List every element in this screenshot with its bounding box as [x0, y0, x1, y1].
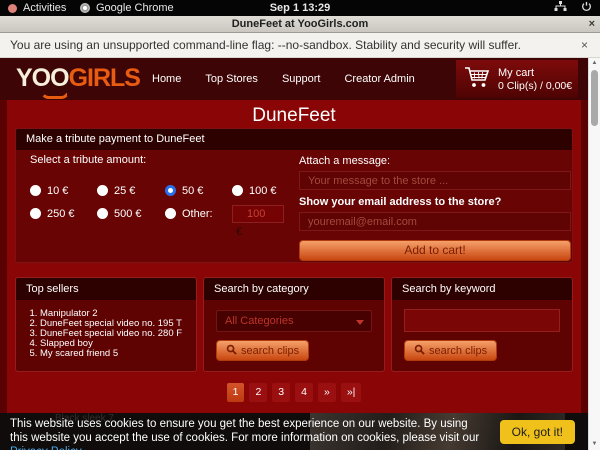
other-amount-currency: €	[232, 225, 294, 239]
email-label: Show your email address to the store?	[299, 196, 571, 208]
privacy-policy-link[interactable]: Privacy Policy	[10, 446, 82, 450]
radio-label: 500 €	[114, 208, 142, 220]
cookie-accept-button[interactable]: Ok, got it!	[500, 420, 575, 444]
site-logo[interactable]: YOOGIRLS	[16, 64, 140, 92]
radio-checked-icon	[165, 185, 176, 196]
search-icon	[414, 344, 425, 358]
top-sellers-list: Manipulator 2 DuneFeet special video no.…	[40, 309, 196, 359]
search-clips-label: search clips	[429, 345, 487, 357]
top-seller-item[interactable]: My scared friend 5	[40, 349, 196, 359]
search-keyword-header: Search by keyword	[392, 278, 572, 300]
cookie-message-text: This website uses cookies to ensure you …	[10, 418, 479, 444]
email-input[interactable]	[299, 212, 571, 231]
nav-item-top-stores[interactable]: Top Stores	[205, 73, 258, 85]
site-header: YOOGIRLS Home Top Stores Support Creator…	[0, 58, 588, 100]
cart-title: My cart	[498, 66, 572, 80]
tribute-panel: Make a tribute payment to DuneFeet Selec…	[15, 128, 573, 263]
main-nav: Home Top Stores Support Creator Admin	[152, 58, 415, 100]
window-close-icon[interactable]: ×	[589, 16, 595, 32]
radio-label: 50 €	[182, 185, 203, 197]
cart-summary: 0 Clip(s) / 0,00€	[498, 80, 572, 93]
network-icon[interactable]	[554, 1, 567, 15]
radio-icon	[97, 185, 108, 196]
scrollbar[interactable]: ▲ ▼	[588, 58, 600, 450]
page-container: DuneFeet Make a tribute payment to DuneF…	[7, 100, 581, 450]
radio-icon	[30, 208, 41, 219]
page-button-1[interactable]: 1	[227, 383, 245, 402]
radio-icon	[97, 208, 108, 219]
tribute-radio-500[interactable]: 500 €	[97, 202, 165, 225]
browser-viewport: YOOGIRLS Home Top Stores Support Creator…	[0, 58, 588, 450]
chevron-down-icon	[356, 320, 364, 325]
logo-text-2: GIRLS	[69, 64, 140, 92]
window-title: DuneFeet at YooGirls.com	[232, 18, 369, 30]
search-clips-keyword-button[interactable]: search clips	[404, 340, 497, 361]
message-label: Attach a message:	[299, 155, 571, 167]
tribute-radio-250[interactable]: 250 €	[30, 202, 97, 225]
keyword-input[interactable]	[404, 309, 560, 332]
cart-icon	[464, 66, 490, 93]
cookie-message: This website uses cookies to ensure you …	[10, 417, 482, 450]
search-keyword-panel: Search by keyword search clips	[391, 277, 573, 372]
tribute-radio-100[interactable]: 100 €	[232, 179, 294, 202]
tribute-amount-section: Select a tribute amount: 10 € 25 € 50 € …	[30, 154, 294, 239]
tribute-radio-10[interactable]: 10 €	[30, 179, 97, 202]
category-select[interactable]: All Categories	[216, 310, 372, 332]
page-button-2[interactable]: 2	[249, 383, 267, 402]
page-title: DuneFeet	[7, 100, 581, 127]
screen: Activities Google Chrome Sep 1 13:29 Dun…	[0, 0, 600, 450]
scroll-down-icon[interactable]: ▼	[589, 439, 600, 449]
window-titlebar: DuneFeet at YooGirls.com ×	[0, 16, 600, 33]
clock[interactable]: Sep 1 13:29	[0, 0, 600, 16]
page-button-last[interactable]: »|	[341, 383, 362, 402]
search-icon	[226, 344, 237, 358]
scroll-up-icon[interactable]: ▲	[589, 58, 600, 68]
flag-warning-close-icon[interactable]: ×	[581, 33, 588, 57]
system-bar: Activities Google Chrome Sep 1 13:29	[0, 0, 600, 16]
page-button-next[interactable]: »	[318, 383, 336, 402]
nav-item-creator-admin[interactable]: Creator Admin	[344, 73, 414, 85]
page-button-3[interactable]: 3	[272, 383, 290, 402]
nav-item-support[interactable]: Support	[282, 73, 321, 85]
cookie-notice-bar: Black sleek 7 This website uses cookies …	[0, 413, 588, 450]
tribute-radio-other[interactable]: Other:	[165, 202, 232, 225]
radio-label: 25 €	[114, 185, 135, 197]
page-button-4[interactable]: 4	[295, 383, 313, 402]
add-to-cart-button[interactable]: Add to cart!	[299, 240, 571, 261]
other-amount-input[interactable]	[232, 205, 284, 223]
search-category-header: Search by category	[204, 278, 384, 300]
radio-label: 10 €	[47, 185, 68, 197]
tribute-amount-options: 10 € 25 € 50 € 100 € 250 € 500 € Other: …	[30, 179, 294, 239]
category-select-value: All Categories	[225, 315, 293, 327]
power-icon[interactable]	[581, 1, 592, 15]
nav-item-home[interactable]: Home	[152, 73, 181, 85]
message-input[interactable]	[299, 171, 571, 190]
radio-icon	[30, 185, 41, 196]
radio-icon	[165, 208, 176, 219]
tribute-radio-50-selected[interactable]: 50 €	[165, 179, 232, 202]
search-category-panel: Search by category All Categories search…	[203, 277, 385, 372]
tribute-message-section: Attach a message: Show your email addres…	[299, 155, 571, 261]
search-clips-label: search clips	[241, 345, 299, 357]
top-sellers-header: Top sellers	[16, 278, 196, 300]
pagination: 1 2 3 4 » »|	[7, 383, 581, 402]
flag-warning-text: You are using an unsupported command-lin…	[10, 38, 521, 52]
radio-label: 250 €	[47, 208, 75, 220]
tribute-amount-label: Select a tribute amount:	[30, 154, 294, 166]
tribute-radio-25[interactable]: 25 €	[97, 179, 165, 202]
bottom-panels: Top sellers Manipulator 2 DuneFeet speci…	[15, 277, 573, 372]
radio-label: 100 €	[249, 185, 277, 197]
top-sellers-panel: Top sellers Manipulator 2 DuneFeet speci…	[15, 277, 197, 372]
search-clips-category-button[interactable]: search clips	[216, 340, 309, 361]
system-tray	[554, 0, 592, 16]
logo-smile-icon	[40, 90, 70, 99]
scrollbar-thumb[interactable]	[591, 70, 598, 126]
radio-icon	[232, 185, 243, 196]
my-cart-button[interactable]: My cart 0 Clip(s) / 0,00€	[456, 60, 578, 98]
radio-label: Other:	[182, 208, 213, 220]
tribute-panel-header: Make a tribute payment to DuneFeet	[16, 129, 572, 150]
logo-text-1: YOO	[16, 64, 69, 92]
flag-warning-bar: You are using an unsupported command-lin…	[0, 33, 600, 58]
